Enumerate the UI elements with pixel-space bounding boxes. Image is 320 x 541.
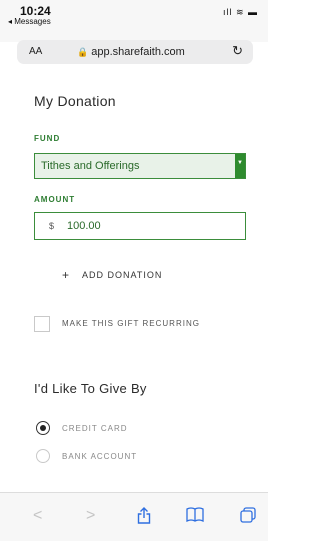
back-to-app-link[interactable]: ◂ Messages — [8, 17, 51, 26]
fund-select[interactable]: Tithes and Offerings ▼ — [34, 153, 246, 179]
add-donation-button[interactable]: + ADD DONATION — [62, 267, 163, 282]
recurring-label: MAKE THIS GIFT RECURRING — [62, 319, 200, 328]
browser-toolbar: < > — [0, 492, 268, 541]
amount-input[interactable]: $ 100.00 — [34, 212, 246, 240]
currency-symbol: $ — [49, 221, 55, 231]
url-text[interactable]: 🔒 app.sharefaith.com — [77, 46, 185, 58]
credit-card-label: CREDIT CARD — [62, 424, 128, 433]
credit-card-radio[interactable] — [36, 421, 50, 435]
forward-icon[interactable]: > — [86, 507, 95, 525]
page-title: My Donation — [34, 93, 116, 109]
chevron-down-icon: ▼ — [237, 160, 243, 166]
payment-method-title: I'd Like To Give By — [34, 381, 147, 396]
status-icons: ıll ≋ ▬ — [222, 7, 258, 17]
bank-account-radio[interactable] — [36, 449, 50, 463]
reload-icon[interactable]: ↻ — [232, 43, 243, 59]
amount-label: AMOUNT — [34, 195, 76, 204]
bookmarks-icon[interactable] — [186, 507, 204, 528]
address-bar[interactable]: AA 🔒 app.sharefaith.com ↻ — [17, 40, 253, 64]
back-icon[interactable]: < — [33, 507, 42, 525]
bank-account-label: BANK ACCOUNT — [62, 452, 138, 461]
tabs-icon[interactable] — [240, 507, 256, 528]
status-time: 10:24 — [20, 4, 51, 18]
lock-icon: 🔒 — [77, 47, 89, 57]
text-size-button[interactable]: AA — [29, 46, 42, 57]
status-bar: 10:24 ◂ Messages ıll ≋ ▬ — [0, 0, 268, 42]
fund-value: Tithes and Offerings — [41, 160, 140, 172]
recurring-checkbox[interactable] — [34, 316, 50, 332]
plus-icon: + — [62, 268, 71, 282]
dropdown-arrow[interactable]: ▼ — [235, 154, 245, 178]
amount-value: 100.00 — [67, 220, 101, 232]
fund-label: FUND — [34, 134, 61, 143]
share-icon[interactable] — [137, 507, 151, 529]
add-donation-label: ADD DONATION — [82, 270, 163, 280]
url-label: app.sharefaith.com — [91, 46, 185, 58]
